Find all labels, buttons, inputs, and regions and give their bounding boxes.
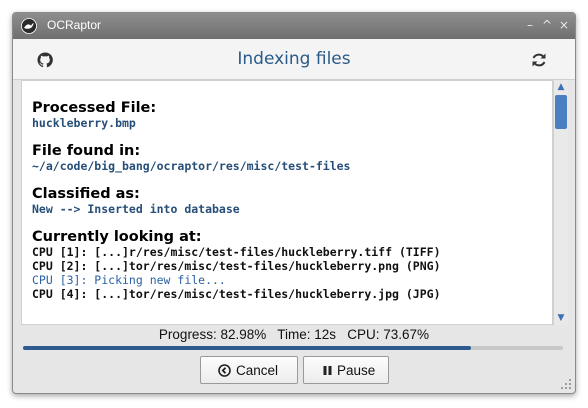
pause-icon [323,366,332,375]
scroll-down-icon[interactable]: ▼ [554,311,568,325]
app-window: OCRaptor – ^ × Indexing files Processed … [12,12,576,394]
classified-section: Classified as: New --> Inserted into dat… [32,186,547,216]
found-label: File found in: [32,143,141,159]
app-logo-icon [21,18,37,34]
cancel-button[interactable]: Cancel [200,356,298,384]
resize-grip-icon[interactable] [560,378,572,390]
refresh-icon[interactable] [530,51,548,69]
looking-label: Currently looking at: [32,229,202,245]
maximize-icon[interactable]: ^ [540,18,554,32]
log-content: Processed File: huckleberry.bmp File fou… [32,100,547,314]
processed-section: Processed File: huckleberry.bmp [32,100,547,130]
dialog-title: Indexing files [237,49,351,69]
scroll-thumb[interactable] [555,95,567,129]
progress-bar [23,346,563,350]
pause-label: Pause [337,363,376,378]
cpu-line-4: CPU [4]: [...]tor/res/misc/test-files/hu… [32,287,441,301]
found-section: File found in: ~/a/code/big_bang/ocrapto… [32,143,547,173]
cancel-label: Cancel [236,363,279,378]
vertical-scrollbar[interactable]: ▲ ▼ [553,80,568,325]
log-panel[interactable]: Processed File: huckleberry.bmp File fou… [21,80,553,325]
cpu-line-3: CPU [3]: Picking new file... [32,273,226,287]
cpu-line-2: CPU [2]: [...]tor/res/misc/test-files/hu… [32,259,441,273]
close-icon[interactable]: × [557,18,571,32]
progress-fill [23,346,472,350]
pause-button[interactable]: Pause [303,356,389,384]
back-circle-icon [218,364,231,377]
minimize-icon[interactable]: – [523,18,537,32]
looking-section: Currently looking at: CPU [1]: [...]r/re… [32,229,547,301]
title-bar[interactable]: OCRaptor – ^ × [13,13,575,39]
processed-value: huckleberry.bmp [32,116,136,130]
classified-value: New --> Inserted into database [32,202,240,216]
found-value: ~/a/code/big_bang/ocraptor/res/misc/test… [32,159,351,173]
dialog-header: Indexing files [13,39,575,80]
classified-label: Classified as: [32,186,140,202]
scroll-up-icon[interactable]: ▲ [554,80,568,94]
processed-label: Processed File: [32,100,157,116]
cpu-line-1: CPU [1]: [...]r/res/misc/test-files/huck… [32,245,441,259]
status-text: Progress: 82.98% Time: 12s CPU: 73.67% [158,327,430,342]
window-title: OCRaptor [47,18,102,32]
